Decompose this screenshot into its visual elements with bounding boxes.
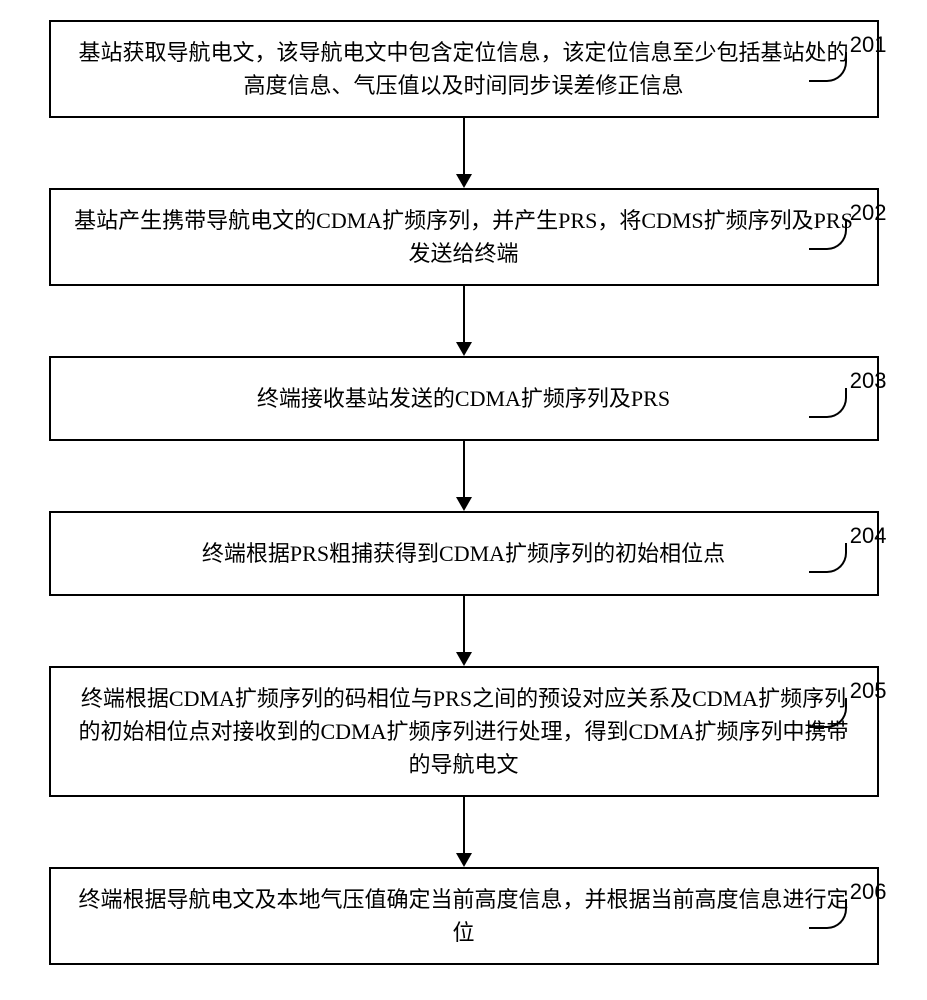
step-wrapper-205: 终端根据CDMA扩频序列的码相位与PRS之间的预设对应关系及CDMA扩频序列的初… bbox=[30, 666, 897, 867]
step-number: 206 bbox=[850, 875, 887, 908]
step-box-205: 终端根据CDMA扩频序列的码相位与PRS之间的预设对应关系及CDMA扩频序列的初… bbox=[49, 666, 879, 797]
arrow-icon bbox=[456, 118, 472, 188]
step-text: 基站产生携带导航电文的CDMA扩频序列，并产生PRS，将CDMS扩频序列及PRS… bbox=[74, 208, 853, 266]
flowchart-container: 基站获取导航电文，该导航电文中包含定位信息，该定位信息至少包括基站处的高度信息、… bbox=[30, 20, 897, 965]
step-box-206: 终端根据导航电文及本地气压值确定当前高度信息，并根据当前高度信息进行定位 206 bbox=[49, 867, 879, 965]
step-box-203: 终端接收基站发送的CDMA扩频序列及PRS 203 bbox=[49, 356, 879, 441]
step-box-202: 基站产生携带导航电文的CDMA扩频序列，并产生PRS，将CDMS扩频序列及PRS… bbox=[49, 188, 879, 286]
step-wrapper-206: 终端根据导航电文及本地气压值确定当前高度信息，并根据当前高度信息进行定位 206 bbox=[30, 867, 897, 965]
step-wrapper-201: 基站获取导航电文，该导航电文中包含定位信息，该定位信息至少包括基站处的高度信息、… bbox=[30, 20, 897, 188]
step-wrapper-204: 终端根据PRS粗捕获得到CDMA扩频序列的初始相位点 204 bbox=[30, 511, 897, 666]
connector-curve bbox=[809, 899, 847, 929]
step-text: 终端根据CDMA扩频序列的码相位与PRS之间的预设对应关系及CDMA扩频序列的初… bbox=[78, 686, 848, 777]
step-number: 205 bbox=[850, 674, 887, 707]
step-wrapper-202: 基站产生携带导航电文的CDMA扩频序列，并产生PRS，将CDMS扩频序列及PRS… bbox=[30, 188, 897, 356]
arrow-icon bbox=[456, 286, 472, 356]
step-text: 终端根据导航电文及本地气压值确定当前高度信息，并根据当前高度信息进行定位 bbox=[78, 887, 848, 945]
arrow-icon bbox=[456, 441, 472, 511]
step-text: 终端接收基站发送的CDMA扩频序列及PRS bbox=[257, 386, 670, 411]
step-text: 基站获取导航电文，该导航电文中包含定位信息，该定位信息至少包括基站处的高度信息、… bbox=[78, 40, 848, 98]
step-number: 203 bbox=[850, 364, 887, 397]
step-number: 202 bbox=[850, 196, 887, 229]
arrow-icon bbox=[456, 797, 472, 867]
step-number: 204 bbox=[850, 519, 887, 552]
step-wrapper-203: 终端接收基站发送的CDMA扩频序列及PRS 203 bbox=[30, 356, 897, 511]
connector-curve bbox=[809, 220, 847, 250]
connector-curve bbox=[809, 388, 847, 418]
connector-curve bbox=[809, 543, 847, 573]
step-box-201: 基站获取导航电文，该导航电文中包含定位信息，该定位信息至少包括基站处的高度信息、… bbox=[49, 20, 879, 118]
connector-curve bbox=[809, 52, 847, 82]
step-text: 终端根据PRS粗捕获得到CDMA扩频序列的初始相位点 bbox=[202, 541, 725, 566]
arrow-icon bbox=[456, 596, 472, 666]
step-number: 201 bbox=[850, 28, 887, 61]
step-box-204: 终端根据PRS粗捕获得到CDMA扩频序列的初始相位点 204 bbox=[49, 511, 879, 596]
